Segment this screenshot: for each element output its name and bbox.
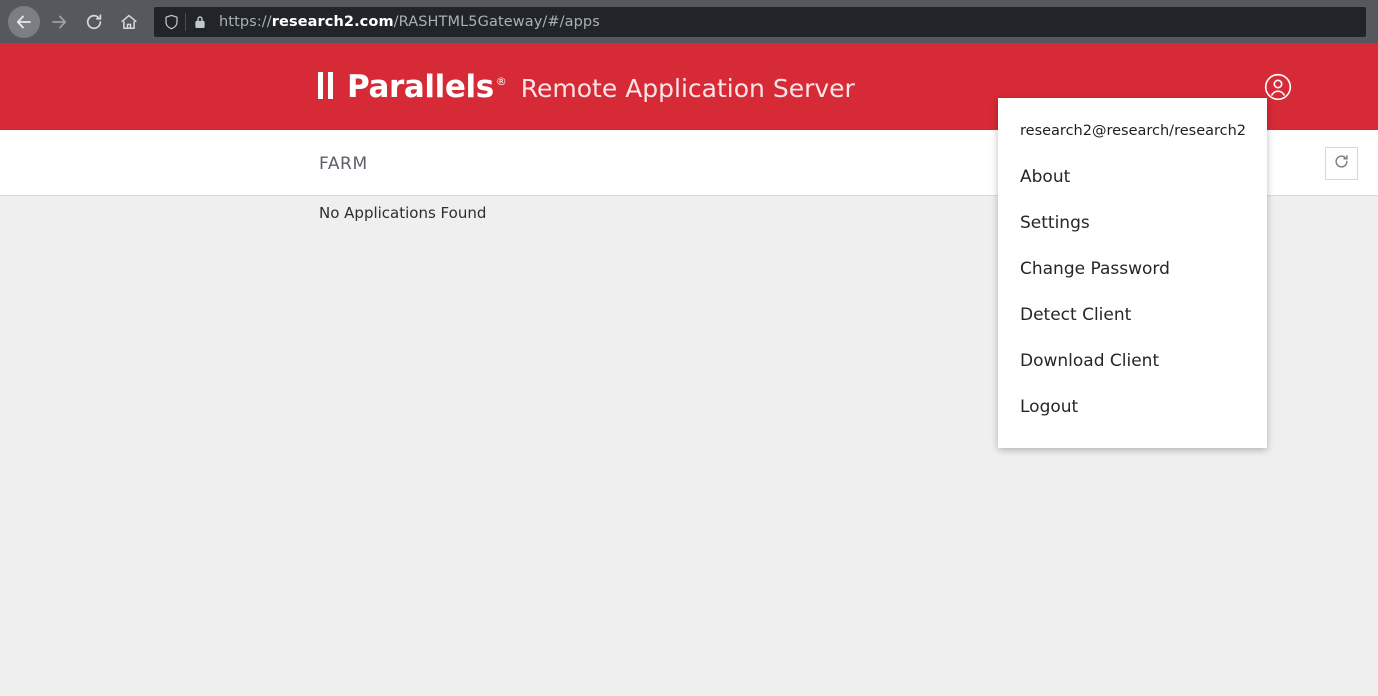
lock-icon[interactable] xyxy=(187,9,213,35)
menu-item-account: research2@research/research2 xyxy=(1020,123,1247,139)
url-divider xyxy=(185,12,186,31)
refresh-button[interactable] xyxy=(1325,147,1358,180)
home-icon xyxy=(119,12,139,32)
menu-item-about[interactable]: About xyxy=(998,154,1267,200)
menu-item-logout[interactable]: Logout xyxy=(998,384,1267,430)
back-arrow-icon xyxy=(14,12,34,32)
menu-item-settings[interactable]: Settings xyxy=(998,200,1267,246)
shield-icon[interactable] xyxy=(158,9,184,35)
url-bar[interactable]: https://research2.com/RASHTML5Gateway/#/… xyxy=(154,6,1366,37)
url-host: research2.com xyxy=(271,13,394,30)
empty-state-message: No Applications Found xyxy=(319,204,487,222)
reload-icon xyxy=(84,12,104,32)
forward-arrow-icon xyxy=(49,12,69,32)
refresh-icon xyxy=(1333,153,1350,174)
back-button[interactable] xyxy=(8,5,40,38)
menu-item-detect-client[interactable]: Detect Client xyxy=(998,292,1267,338)
user-account-button[interactable] xyxy=(1264,73,1292,101)
home-button[interactable] xyxy=(113,6,145,38)
page-title: FARM xyxy=(319,154,368,174)
reload-button[interactable] xyxy=(78,6,110,38)
url-scheme: https:// xyxy=(219,13,272,30)
user-dropdown-menu: research2@research/research2 About Setti… xyxy=(998,98,1267,448)
product-name: Remote Application Server xyxy=(520,73,855,103)
menu-item-change-password[interactable]: Change Password xyxy=(998,246,1267,292)
menu-item-download-client[interactable]: Download Client xyxy=(998,338,1267,384)
url-text: https://research2.com/RASHTML5Gateway/#/… xyxy=(219,14,600,30)
trademark-symbol: ® xyxy=(495,74,507,88)
user-account-icon xyxy=(1264,73,1292,105)
brand-logo: Parallels ® Remote Application Server xyxy=(318,69,855,105)
brand-name: Parallels xyxy=(347,68,494,105)
parallels-bars-icon xyxy=(318,71,338,99)
browser-toolbar: https://research2.com/RASHTML5Gateway/#/… xyxy=(0,0,1378,43)
forward-button[interactable] xyxy=(43,6,75,38)
url-path: /RASHTML5Gateway/#/apps xyxy=(393,13,600,30)
